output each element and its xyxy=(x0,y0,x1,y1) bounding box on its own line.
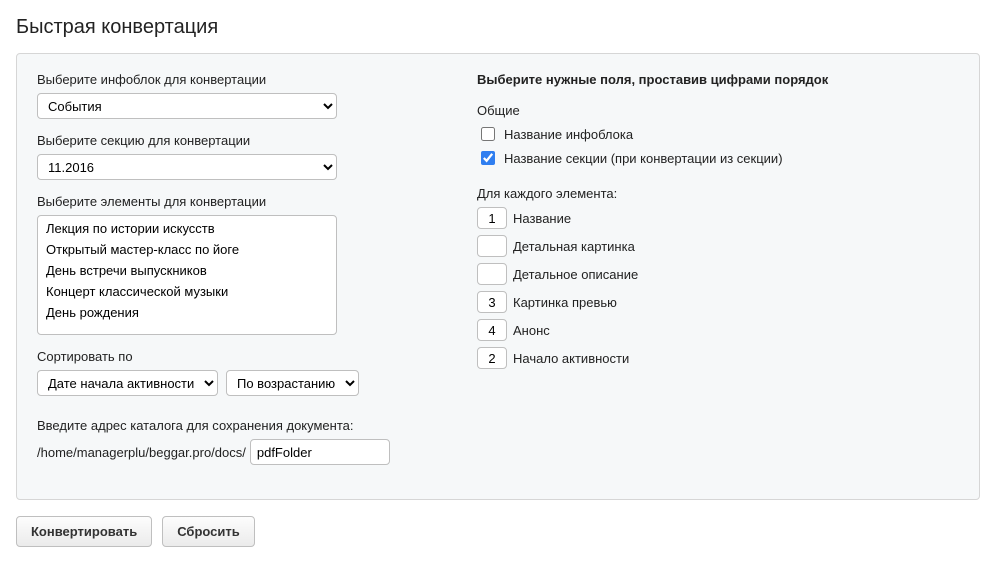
per-element-field-label: Детальная картинка xyxy=(513,239,635,254)
infoblock-label: Выберите инфоблок для конвертации xyxy=(37,72,437,87)
right-column: Выберите нужные поля, проставив цифрами … xyxy=(477,72,959,479)
common-field-checkbox[interactable] xyxy=(481,151,495,165)
per-element-field-label: Начало активности xyxy=(513,351,629,366)
section-label: Выберите секцию для конвертации xyxy=(37,133,437,148)
convert-button[interactable]: Конвертировать xyxy=(16,516,152,547)
sort-label: Сортировать по xyxy=(37,349,437,364)
path-input[interactable] xyxy=(250,439,390,465)
field-order-input[interactable] xyxy=(477,319,507,341)
field-order-input[interactable] xyxy=(477,235,507,257)
per-element-field-row: Картинка превью xyxy=(477,291,959,313)
per-element-field-label: Название xyxy=(513,211,571,226)
left-column: Выберите инфоблок для конвертации Событи… xyxy=(37,72,437,479)
element-option[interactable]: День рождения xyxy=(40,302,334,323)
per-element-field-label: Картинка превью xyxy=(513,295,617,310)
common-field-label: Название инфоблока xyxy=(504,127,633,142)
sort-field-select[interactable]: Дате начала активности xyxy=(37,370,218,396)
fields-heading: Выберите нужные поля, проставив цифрами … xyxy=(477,72,959,87)
element-option[interactable]: Открытый мастер-класс по йоге xyxy=(40,239,334,260)
per-element-field-row: Детальное описание xyxy=(477,263,959,285)
element-option[interactable]: Концерт классической музыки xyxy=(40,281,334,302)
common-field-checkbox[interactable] xyxy=(481,127,495,141)
path-prefix: /home/managerplu/beggar.pro/docs/ xyxy=(37,445,246,460)
elements-label: Выберите элементы для конвертации xyxy=(37,194,437,209)
common-field-row: Название секции (при конвертации из секц… xyxy=(477,148,959,168)
conversion-panel: Выберите инфоблок для конвертации Событи… xyxy=(16,53,980,500)
field-order-input[interactable] xyxy=(477,347,507,369)
element-option[interactable]: Лекция по истории искусств xyxy=(40,218,334,239)
per-element-field-row: Анонс xyxy=(477,319,959,341)
section-select[interactable]: 11.2016 xyxy=(37,154,337,180)
elements-multiselect[interactable]: Лекция по истории искусствОткрытый масте… xyxy=(37,215,337,335)
per-element-subheading: Для каждого элемента: xyxy=(477,186,959,201)
per-element-field-row: Название xyxy=(477,207,959,229)
field-order-input[interactable] xyxy=(477,207,507,229)
path-label: Введите адрес каталога для сохранения до… xyxy=(37,418,437,433)
sort-direction-select[interactable]: По возрастанию xyxy=(226,370,359,396)
per-element-field-row: Детальная картинка xyxy=(477,235,959,257)
common-subheading: Общие xyxy=(477,103,959,118)
action-buttons: Конвертировать Сбросить xyxy=(16,516,980,547)
per-element-field-label: Детальное описание xyxy=(513,267,638,282)
element-option[interactable]: День встречи выпускников xyxy=(40,260,334,281)
reset-button[interactable]: Сбросить xyxy=(162,516,255,547)
field-order-input[interactable] xyxy=(477,291,507,313)
field-order-input[interactable] xyxy=(477,263,507,285)
common-field-row: Название инфоблока xyxy=(477,124,959,144)
common-field-label: Название секции (при конвертации из секц… xyxy=(504,151,783,166)
infoblock-select[interactable]: События xyxy=(37,93,337,119)
page-title: Быстрая конвертация xyxy=(16,16,980,39)
per-element-field-row: Начало активности xyxy=(477,347,959,369)
per-element-field-label: Анонс xyxy=(513,323,550,338)
